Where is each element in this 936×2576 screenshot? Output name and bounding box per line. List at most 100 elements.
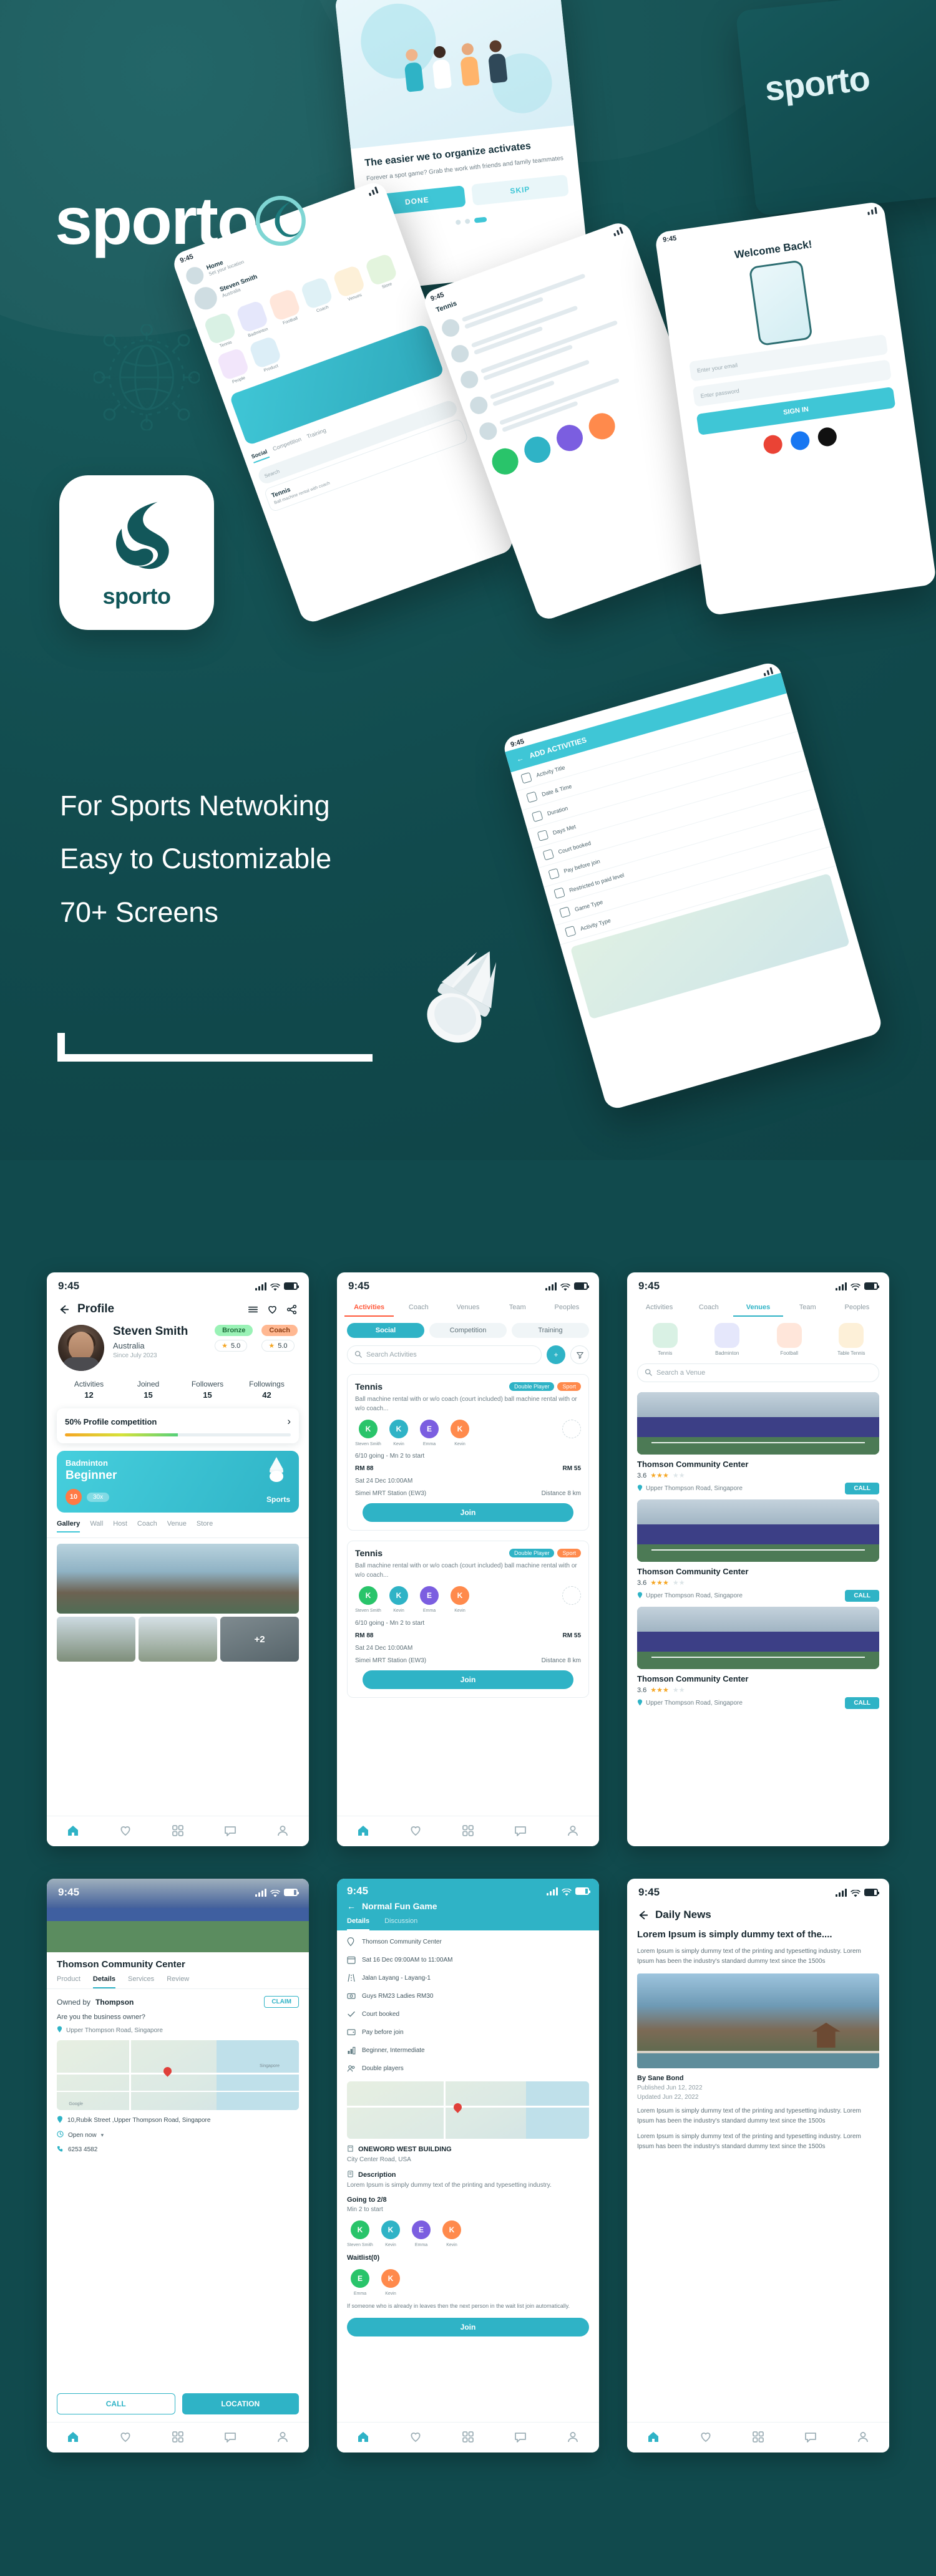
segment-social[interactable]: Social bbox=[347, 1323, 424, 1338]
home-icon[interactable] bbox=[646, 2430, 660, 2444]
player-avatar[interactable]: K bbox=[351, 2220, 369, 2239]
venue-card[interactable]: Thomson Community Center 3.6 ★★★ ★★ Uppe… bbox=[637, 1607, 879, 1709]
onboarding-skip-button[interactable]: SKIP bbox=[471, 174, 569, 206]
grid-icon[interactable] bbox=[171, 2430, 185, 2444]
menu-icon[interactable] bbox=[247, 1304, 259, 1315]
heart-icon[interactable] bbox=[699, 2430, 713, 2444]
subtab-store[interactable]: Store bbox=[197, 1520, 213, 1533]
player-avatar[interactable]: K bbox=[389, 1586, 408, 1605]
top-tabs[interactable]: Activities Coach Venues Team Peoples bbox=[337, 1296, 599, 1317]
chat-icon[interactable] bbox=[514, 1824, 527, 1838]
add-row-label[interactable]: Activity Title bbox=[535, 764, 565, 778]
add-row-label[interactable]: Game Type bbox=[574, 898, 603, 912]
back-arrow-icon[interactable] bbox=[637, 1909, 649, 1921]
join-button[interactable]: Join bbox=[363, 1670, 573, 1689]
sport-level-card[interactable]: Badminton Beginner Sports 10 30x bbox=[57, 1451, 299, 1513]
heart-icon[interactable] bbox=[119, 1824, 132, 1838]
call-button[interactable]: CALL bbox=[845, 1483, 879, 1494]
venue-card[interactable]: Thomson Community Center 3.6 ★★★ ★★ Uppe… bbox=[637, 1392, 879, 1494]
category-badminton[interactable]: Badminton bbox=[700, 1323, 756, 1356]
call-button[interactable]: CALL bbox=[845, 1590, 879, 1602]
category-table-tennis[interactable]: Table Tennis bbox=[824, 1323, 880, 1356]
player-avatar[interactable]: K bbox=[451, 1420, 469, 1438]
add-row-label[interactable]: Activity Type bbox=[580, 917, 612, 931]
activity-card[interactable]: Tennis Double Player Sport Ball machine … bbox=[347, 1541, 589, 1698]
join-button[interactable]: Join bbox=[347, 2318, 589, 2337]
player-avatar[interactable]: E bbox=[420, 1586, 439, 1605]
tab-venues[interactable]: Venues bbox=[443, 1299, 492, 1317]
profile-subtabs[interactable]: Gallery Wall Host Coach Venue Store bbox=[47, 1513, 309, 1538]
detail-tabs[interactable]: Product Details Services Review bbox=[47, 1970, 309, 1989]
heart-icon[interactable] bbox=[119, 2430, 132, 2444]
category-tennis[interactable]: Tennis bbox=[637, 1323, 693, 1356]
tab-activities[interactable]: Activities bbox=[635, 1299, 684, 1317]
search-row[interactable]: Search Activities + bbox=[337, 1340, 599, 1369]
gallery-photo[interactable] bbox=[57, 1544, 299, 1614]
venue-map[interactable]: Singapore Google bbox=[57, 2040, 299, 2110]
gallery-photo[interactable] bbox=[139, 1617, 217, 1662]
venue-hours[interactable]: Open now ▾ bbox=[47, 2125, 309, 2139]
google-icon[interactable] bbox=[762, 433, 784, 455]
claim-button[interactable]: CLAIM bbox=[264, 1996, 299, 2008]
segment-training[interactable]: Training bbox=[512, 1323, 589, 1338]
grid-icon[interactable] bbox=[461, 1824, 475, 1838]
tabbar[interactable] bbox=[47, 1816, 309, 1846]
tab-review[interactable]: Review bbox=[167, 1975, 189, 1988]
venue-card[interactable]: Thomson Community Center 3.6 ★★★ ★★ Uppe… bbox=[637, 1499, 879, 1602]
back-arrow-icon[interactable] bbox=[58, 1304, 70, 1315]
tab-coach[interactable]: Coach bbox=[684, 1299, 733, 1317]
game-map[interactable] bbox=[347, 2081, 589, 2139]
apple-icon[interactable] bbox=[816, 426, 838, 448]
heart-icon[interactable] bbox=[266, 1304, 278, 1315]
search-row[interactable]: Search a Venue bbox=[627, 1358, 889, 1387]
home-icon[interactable] bbox=[66, 2430, 80, 2444]
tab-details[interactable]: Details bbox=[347, 1917, 370, 1930]
tab-details[interactable]: Details bbox=[92, 1975, 115, 1988]
venue-phone[interactable]: 6253 4582 bbox=[47, 2139, 309, 2154]
filter-icon[interactable] bbox=[570, 1345, 589, 1364]
tab-discussion[interactable]: Discussion bbox=[384, 1917, 417, 1930]
game-tabs[interactable]: Details Discussion bbox=[347, 1911, 589, 1930]
join-button[interactable]: Join bbox=[363, 1503, 573, 1523]
top-tabs[interactable]: Activities Coach Venues Team Peoples bbox=[627, 1296, 889, 1317]
chat-icon[interactable] bbox=[223, 1824, 237, 1838]
tabbar[interactable] bbox=[47, 2422, 309, 2453]
tab-coach[interactable]: Coach bbox=[394, 1299, 443, 1317]
player-avatar[interactable]: K bbox=[359, 1586, 378, 1605]
back-arrow-icon[interactable]: ← bbox=[515, 753, 524, 764]
chat-icon[interactable] bbox=[514, 2430, 527, 2444]
player-avatar[interactable]: K bbox=[381, 2220, 400, 2239]
facebook-icon[interactable] bbox=[789, 430, 811, 452]
heart-icon[interactable] bbox=[409, 2430, 422, 2444]
subtab-venue[interactable]: Venue bbox=[167, 1520, 187, 1533]
player-avatar[interactable]: E bbox=[420, 1420, 439, 1438]
venue-categories[interactable]: Tennis Badminton Football Table Tennis bbox=[627, 1317, 889, 1358]
tab-peoples[interactable]: Peoples bbox=[542, 1299, 592, 1317]
tab-product[interactable]: Product bbox=[57, 1975, 80, 1988]
subtab-gallery[interactable]: Gallery bbox=[57, 1520, 80, 1533]
add-activity-button[interactable]: + bbox=[547, 1345, 565, 1364]
heart-icon[interactable] bbox=[409, 1824, 422, 1838]
tab-activities[interactable]: Activities bbox=[344, 1299, 394, 1317]
detail-actions[interactable]: CALL LOCATION bbox=[47, 2386, 309, 2422]
subtab-host[interactable]: Host bbox=[113, 1520, 127, 1533]
chevron-right-icon[interactable]: › bbox=[287, 1415, 291, 1428]
grid-icon[interactable] bbox=[751, 2430, 765, 2444]
home-icon[interactable] bbox=[356, 2430, 370, 2444]
share-icon[interactable] bbox=[286, 1304, 298, 1315]
profile-completion-card[interactable]: 50% Profile competition › bbox=[57, 1408, 299, 1443]
player-avatar[interactable]: K bbox=[381, 2269, 400, 2288]
player-avatar[interactable]: E bbox=[351, 2269, 369, 2288]
tab-venues[interactable]: Venues bbox=[733, 1299, 783, 1317]
home-icon[interactable] bbox=[356, 1824, 370, 1838]
call-button[interactable]: CALL bbox=[845, 1697, 879, 1709]
gallery-more-overlay[interactable]: +2 bbox=[220, 1617, 299, 1662]
back-arrow-icon[interactable]: ← bbox=[347, 1901, 356, 1911]
tab-team[interactable]: Team bbox=[783, 1299, 832, 1317]
segment-control[interactable]: Social Competition Training bbox=[337, 1317, 599, 1340]
home-icon[interactable] bbox=[66, 1824, 80, 1838]
gallery-photo[interactable] bbox=[57, 1617, 135, 1662]
subtab-coach[interactable]: Coach bbox=[137, 1520, 157, 1533]
category-football[interactable]: Football bbox=[761, 1323, 817, 1356]
add-row-label[interactable]: Pay before join bbox=[563, 858, 600, 874]
